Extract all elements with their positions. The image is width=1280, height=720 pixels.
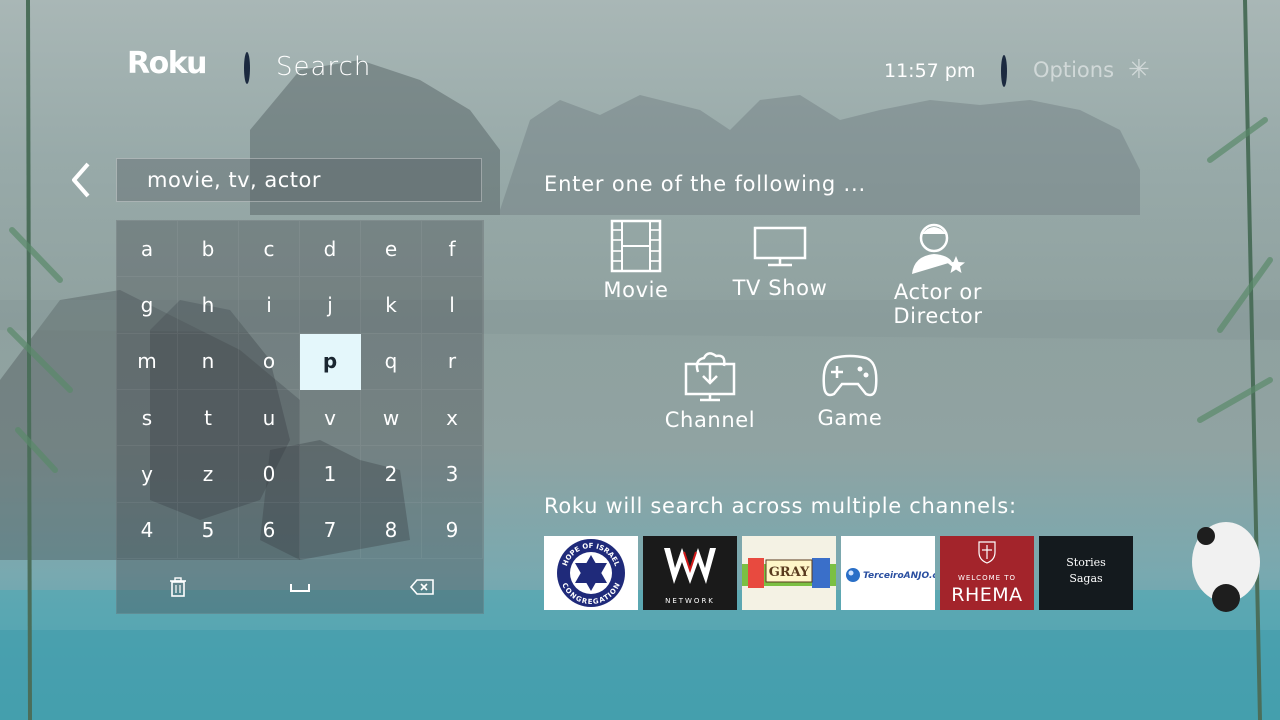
option-label: Movie — [603, 278, 669, 302]
key-v[interactable]: v — [300, 389, 361, 447]
space-icon — [290, 584, 310, 592]
key-f[interactable]: f — [422, 221, 483, 278]
key-t[interactable]: t — [178, 389, 239, 447]
key-3[interactable]: 3 — [422, 446, 483, 503]
search-input[interactable]: movie, tv, actor — [116, 158, 482, 202]
tile-caption-line2: Sagas — [1069, 572, 1103, 585]
trash-icon — [170, 577, 186, 597]
key-a[interactable]: a — [117, 221, 178, 278]
key-8[interactable]: 8 — [361, 502, 422, 559]
key-l[interactable]: l — [422, 277, 483, 334]
key-y[interactable]: y — [117, 446, 178, 503]
option-label: Actor or — [893, 280, 983, 304]
option-game[interactable]: Game — [810, 352, 890, 430]
asterisk-icon: ✳ — [1128, 55, 1150, 85]
key-n[interactable]: n — [178, 333, 239, 390]
channel-tile-gray[interactable]: GRAY — [742, 536, 836, 610]
tile-caption: Stories — [1066, 556, 1106, 569]
multi-channel-title: Roku will search across multiple channel… — [544, 494, 1017, 518]
channel-tile-hope-of-israel[interactable]: HOPE OF ISRAEL CONGREGATION — [544, 536, 638, 610]
space-button[interactable] — [239, 561, 361, 613]
key-7[interactable]: 7 — [300, 502, 361, 559]
clock: 11:57 pm — [884, 60, 976, 82]
option-label: Game — [817, 406, 883, 430]
key-1[interactable]: 1 — [300, 446, 361, 503]
header-separator — [1001, 55, 1007, 87]
key-b[interactable]: b — [178, 221, 239, 278]
key-2[interactable]: 2 — [361, 446, 422, 503]
key-g[interactable]: g — [117, 277, 178, 334]
key-h[interactable]: h — [178, 277, 239, 334]
terceiro-anjo-logo: TerceiroANJO.com — [846, 568, 935, 582]
rhema-crest-icon — [978, 541, 996, 564]
tile-caption-small: WELCOME TO — [957, 574, 1017, 582]
person-star-icon — [912, 223, 965, 274]
channel-tiles: HOPE OF ISRAEL CONGREGATION NETWORK GRAY… — [544, 536, 1133, 610]
page-title: Search — [276, 52, 372, 82]
options-button[interactable]: Options — [1033, 58, 1114, 82]
option-label: TV Show — [732, 276, 828, 300]
roku-logo: Roku — [127, 46, 208, 81]
channel-tile-rhema[interactable]: WELCOME TO RHEMA — [940, 536, 1034, 610]
key-0[interactable]: 0 — [239, 446, 300, 503]
gamepad-icon — [822, 354, 878, 397]
option-tv-show[interactable]: TV Show — [724, 222, 836, 300]
tile-caption: NETWORK — [665, 597, 715, 605]
key-s[interactable]: s — [117, 389, 178, 447]
wwe-logo — [664, 548, 716, 584]
keyboard-actions — [117, 561, 483, 613]
svg-text:GRAY: GRAY — [769, 565, 810, 580]
option-movie[interactable]: Movie — [596, 218, 676, 302]
key-4[interactable]: 4 — [117, 502, 178, 559]
chevron-left-icon[interactable] — [66, 160, 96, 200]
key-5[interactable]: 5 — [178, 502, 239, 559]
key-j[interactable]: j — [300, 277, 361, 334]
tv-icon — [753, 226, 807, 267]
channel-tile-terceiro-anjo[interactable]: TerceiroANJO.com — [841, 536, 935, 610]
key-x[interactable]: x — [422, 389, 483, 447]
backspace-button[interactable] — [361, 561, 483, 613]
option-channel[interactable]: Channel — [660, 348, 760, 432]
hope-of-israel-logo: HOPE OF ISRAEL CONGREGATION — [557, 539, 625, 607]
channel-tile-stories-sagas[interactable]: Stories Sagas — [1039, 536, 1133, 610]
key-e[interactable]: e — [361, 221, 422, 278]
option-label: Channel — [664, 408, 756, 432]
key-m[interactable]: m — [117, 333, 178, 390]
backspace-icon — [410, 579, 434, 595]
key-k[interactable]: k — [361, 277, 422, 334]
option-actor-director[interactable]: Actor or Director — [880, 218, 996, 328]
keyboard-keys: abcdef ghijkl mnopqr stuvwx yz0123 456789 — [117, 221, 483, 559]
key-q[interactable]: q — [361, 333, 422, 390]
gray-logo: GRAY — [742, 558, 836, 588]
channel-tile-wwe-network[interactable]: NETWORK — [643, 536, 737, 610]
key-i[interactable]: i — [239, 277, 300, 334]
key-6[interactable]: 6 — [239, 502, 300, 559]
key-o[interactable]: o — [239, 333, 300, 390]
option-label-line2: Director — [893, 304, 983, 328]
key-w[interactable]: w — [361, 389, 422, 447]
film-icon — [610, 219, 662, 273]
key-c[interactable]: c — [239, 221, 300, 278]
on-screen-keyboard: abcdef ghijkl mnopqr stuvwx yz0123 456789 — [116, 220, 484, 614]
clear-button[interactable] — [117, 561, 239, 613]
header-separator — [244, 52, 250, 84]
key-u[interactable]: u — [239, 389, 300, 447]
enter-title: Enter one of the following ... — [544, 172, 866, 196]
tile-caption: RHEMA — [951, 584, 1023, 606]
key-z[interactable]: z — [178, 446, 239, 503]
channel-download-icon — [684, 352, 736, 402]
key-9[interactable]: 9 — [422, 502, 483, 559]
key-p[interactable]: p — [300, 333, 361, 390]
key-r[interactable]: r — [422, 333, 483, 390]
key-d[interactable]: d — [300, 221, 361, 278]
svg-text:TerceiroANJO.com: TerceiroANJO.com — [863, 571, 935, 581]
